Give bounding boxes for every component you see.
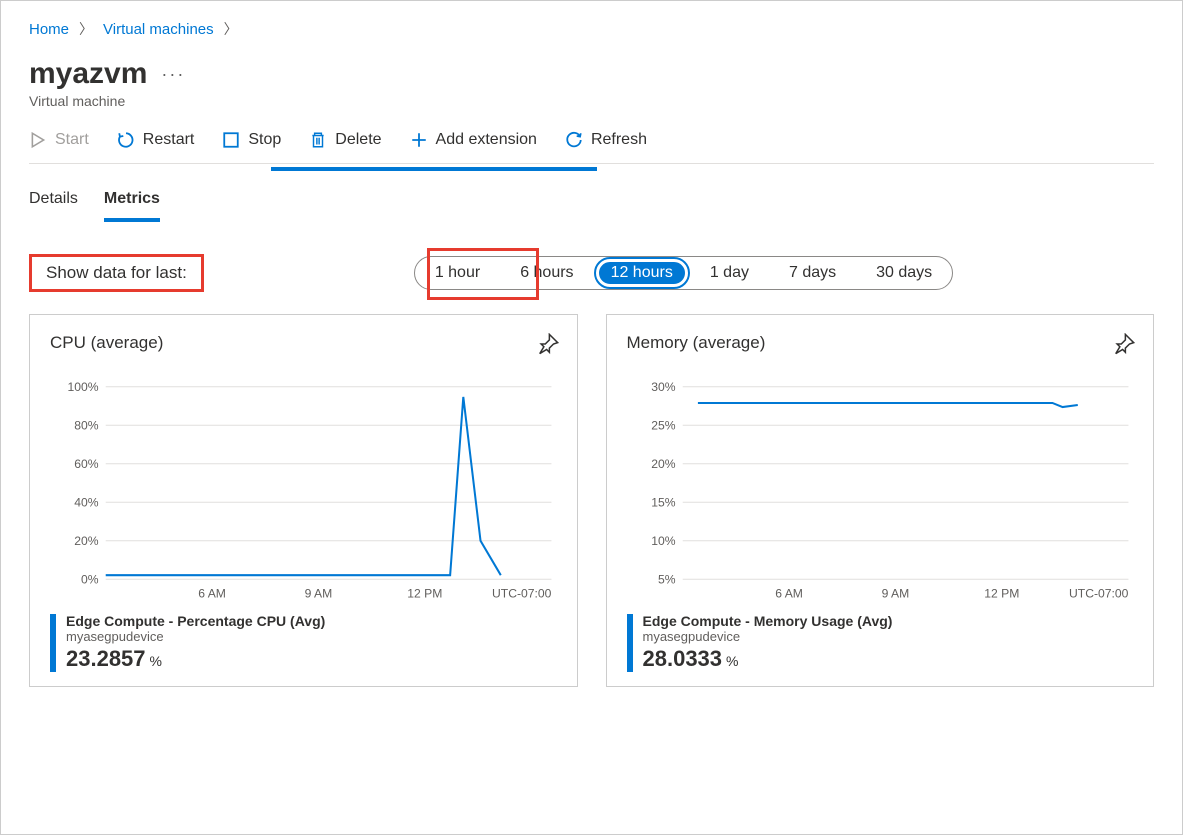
cpu-chart: 100% 80% 60% 40% 20% 0% xyxy=(50,363,557,603)
tabs: Details Metrics xyxy=(29,184,1154,222)
cpu-legend: Edge Compute - Percentage CPU (Avg) myas… xyxy=(50,613,557,672)
chevron-right-icon: 〉 xyxy=(224,19,238,39)
memory-legend: Edge Compute - Memory Usage (Avg) myaseg… xyxy=(627,613,1134,672)
breadcrumb-home[interactable]: Home xyxy=(29,21,69,38)
memory-chart: 30% 25% 20% 15% 10% 5% 6 AM 9 AM xyxy=(627,363,1134,603)
cpu-value: 23.2857 xyxy=(66,646,146,672)
svg-text:9 AM: 9 AM xyxy=(881,586,909,600)
cpu-legend-device: myasegpudevice xyxy=(66,629,325,644)
svg-text:60%: 60% xyxy=(74,457,99,471)
refresh-button[interactable]: Refresh xyxy=(565,131,647,149)
range-7-days[interactable]: 7 days xyxy=(769,257,856,289)
svg-text:80%: 80% xyxy=(74,418,99,432)
cpu-legend-name: Edge Compute - Percentage CPU (Avg) xyxy=(66,613,325,629)
chevron-right-icon: 〉 xyxy=(79,19,93,39)
svg-text:6 AM: 6 AM xyxy=(198,586,226,600)
svg-text:10%: 10% xyxy=(651,534,676,548)
refresh-icon xyxy=(565,131,583,149)
start-button: Start xyxy=(29,131,89,149)
svg-text:25%: 25% xyxy=(651,418,676,432)
memory-legend-name: Edge Compute - Memory Usage (Avg) xyxy=(643,613,893,629)
page-title: myazvm xyxy=(29,57,147,91)
svg-text:15%: 15% xyxy=(651,495,676,509)
svg-text:12 PM: 12 PM xyxy=(407,586,442,600)
svg-text:0%: 0% xyxy=(81,572,99,586)
legend-color-bar xyxy=(627,614,633,672)
cpu-metric-card: CPU (average) 100% 80% 60% 40% xyxy=(29,314,578,687)
range-6-hours[interactable]: 6 hours xyxy=(500,257,593,289)
tab-metrics[interactable]: Metrics xyxy=(104,184,160,222)
legend-color-bar xyxy=(50,614,56,672)
svg-text:6 AM: 6 AM xyxy=(775,586,803,600)
range-30-days[interactable]: 30 days xyxy=(856,257,952,289)
trash-icon xyxy=(309,131,327,149)
tab-details[interactable]: Details xyxy=(29,184,78,222)
svg-text:20%: 20% xyxy=(74,534,99,548)
delete-button[interactable]: Delete xyxy=(309,131,381,149)
memory-value: 28.0333 xyxy=(643,646,723,672)
plus-icon xyxy=(410,131,428,149)
pin-icon xyxy=(1113,333,1135,355)
restart-icon xyxy=(117,131,135,149)
pin-button[interactable] xyxy=(537,333,559,358)
command-bar: Start Restart Stop Delete Add extension xyxy=(29,131,1154,164)
svg-text:40%: 40% xyxy=(74,495,99,509)
more-menu-button[interactable]: ··· xyxy=(161,64,185,85)
play-icon xyxy=(29,131,47,149)
restart-button[interactable]: Restart xyxy=(117,131,195,149)
svg-text:9 AM: 9 AM xyxy=(305,586,333,600)
memory-legend-device: myasegpudevice xyxy=(643,629,893,644)
svg-text:12 PM: 12 PM xyxy=(984,586,1019,600)
cpu-unit: % xyxy=(150,653,162,669)
svg-text:UTC-07:00: UTC-07:00 xyxy=(1069,586,1129,600)
stop-button[interactable]: Stop xyxy=(222,131,281,149)
stop-icon xyxy=(222,131,240,149)
svg-text:UTC-07:00: UTC-07:00 xyxy=(492,586,552,600)
range-1-hour[interactable]: 1 hour xyxy=(415,257,500,289)
range-label-highlight: Show data for last: xyxy=(29,254,204,292)
range-12-hours[interactable]: 12 hours xyxy=(596,259,688,287)
pin-button[interactable] xyxy=(1113,333,1135,358)
svg-text:100%: 100% xyxy=(68,380,99,394)
svg-text:30%: 30% xyxy=(651,380,676,394)
memory-card-title: Memory (average) xyxy=(627,333,1134,353)
pin-icon xyxy=(537,333,559,355)
range-label: Show data for last: xyxy=(46,263,187,282)
toolbar-underline-accent xyxy=(271,167,597,171)
range-1-day[interactable]: 1 day xyxy=(690,257,769,289)
svg-text:5%: 5% xyxy=(658,572,676,586)
time-range-selector: 1 hour 6 hours 12 hours 1 day 7 days 30 … xyxy=(414,256,953,290)
breadcrumb: Home 〉 Virtual machines 〉 xyxy=(29,19,1154,39)
resource-type-label: Virtual machine xyxy=(29,93,1154,109)
cpu-card-title: CPU (average) xyxy=(50,333,557,353)
memory-unit: % xyxy=(726,653,738,669)
svg-text:20%: 20% xyxy=(651,457,676,471)
add-extension-button[interactable]: Add extension xyxy=(410,131,537,149)
breadcrumb-virtual-machines[interactable]: Virtual machines xyxy=(103,21,214,38)
memory-metric-card: Memory (average) 30% 25% 20% 15% xyxy=(606,314,1155,687)
